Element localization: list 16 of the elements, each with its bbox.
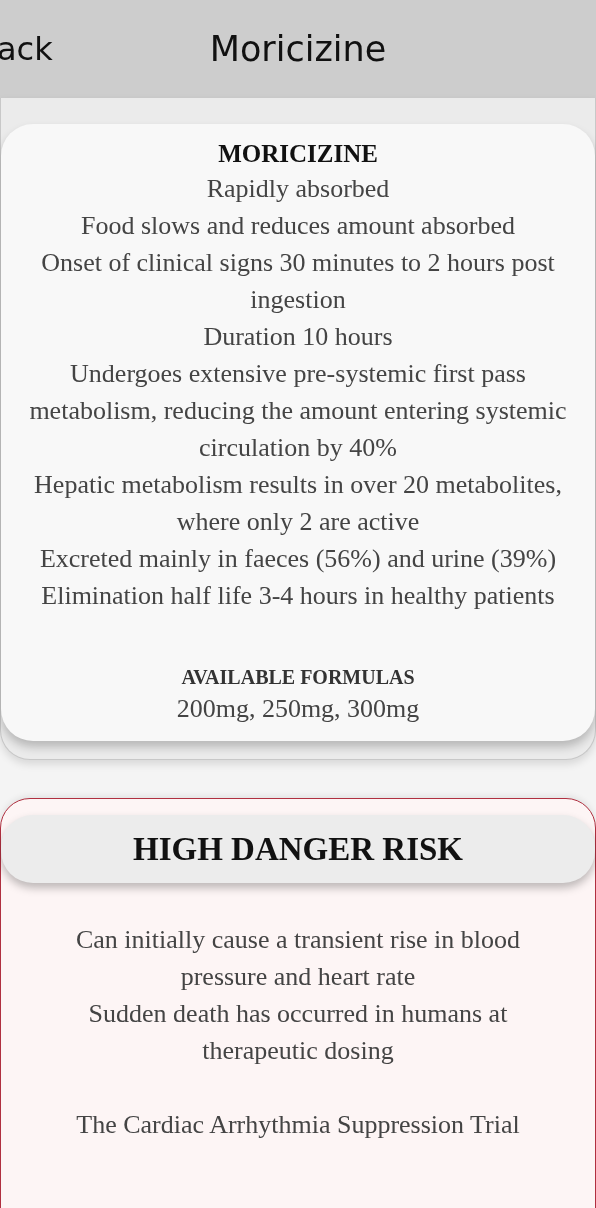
section-heading: AVAILABLE FORMULAS <box>180 665 416 690</box>
info-line: Food slows and reduces amount absorbed <box>80 210 516 242</box>
formulas-text: 200mg, 250mg, 300mg <box>175 693 421 725</box>
warning-line: Can initially cause a transient rise in blood pressure and heart rate <box>74 924 522 993</box>
card-title: MORICIZINE <box>217 139 379 169</box>
info-line: Undergoes extensive pre-systemic first pass metabolism, reducing the amount entering systemic circulation by 40% <box>29 358 567 464</box>
info-line: Rapidly absorbed <box>205 173 391 205</box>
info-line: Onset of clinical signs 30 minutes to 2 hours post ingestion <box>40 247 556 316</box>
info-line: Duration 10 hours <box>202 321 394 353</box>
info-line: Excreted mainly in faeces (56%) and urine (39%) <box>38 543 558 575</box>
info-line: Elimination half life 3-4 hours in healthy patients <box>40 580 556 612</box>
warning-line: Sudden death has occurred in humans at therapeutic dosing <box>87 998 509 1067</box>
info-line: Hepatic metabolism results in over 20 metabolites, where only 2 are active <box>33 469 563 538</box>
danger-heading: HIGH DANGER RISK <box>132 830 464 868</box>
page-title: Moricizine <box>209 29 387 69</box>
warning-line: The Cardiac Arrhythmia Suppression Trial <box>75 1109 521 1141</box>
